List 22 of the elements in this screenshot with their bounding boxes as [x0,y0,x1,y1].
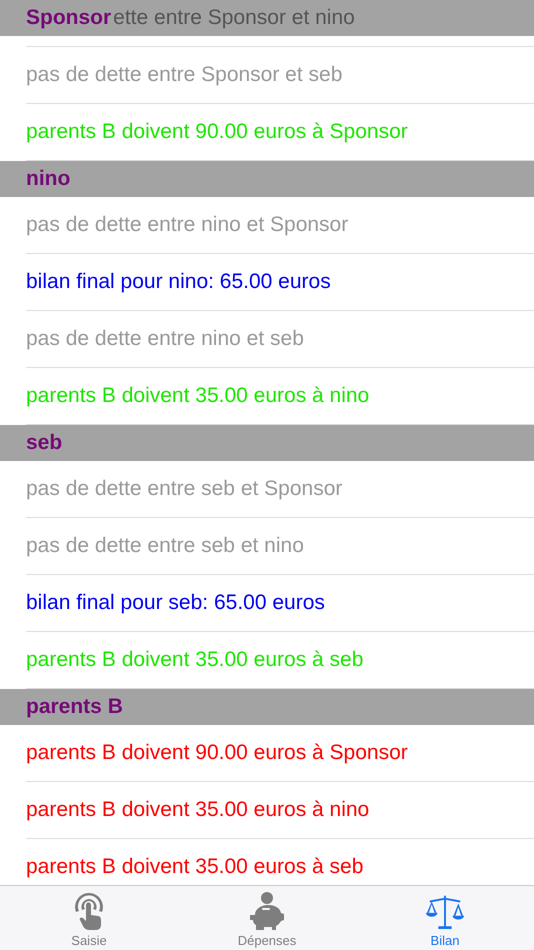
balance-text: pas de dette entre seb et nino [26,534,304,558]
balance-text: bilan final pour seb: 65.00 euros [26,591,325,615]
balance-text: parents B doivent 35.00 euros à nino [26,384,370,408]
tab[interactable]: Saisie [0,886,178,950]
balance-text: parents B doivent 35.00 euros à seb [26,855,364,879]
section-title: nino [26,167,70,191]
tab[interactable]: Bilan [356,886,534,950]
balance-text: pas de dette entre nino et Sponsor [26,213,348,237]
piggy-bank-icon [248,891,286,931]
balance-text: bilan final pour nino: 65.00 euros [26,270,331,294]
balance-text: parents B doivent 90.00 euros à Sponsor [26,741,408,765]
balance-text: parents B doivent 90.00 euros à Sponsor [26,120,408,144]
tab[interactable]: Dépenses [178,886,356,950]
section-title: Sponsor [26,6,112,30]
balance-text: parents B doivent 35.00 euros à nino [26,798,370,822]
section-title: parents B [26,695,123,719]
section-title: seb [26,431,62,455]
balance-text: pas de dette entre nino et seb [26,327,304,351]
balance-text: parents B doivent 35.00 euros à seb [26,648,364,672]
row-text: ette entre Sponsor et nino [113,6,355,30]
balance-text: pas de dette entre seb et Sponsor [26,477,342,501]
balance-text: pas de dette entre Sponsor et seb [26,63,342,87]
